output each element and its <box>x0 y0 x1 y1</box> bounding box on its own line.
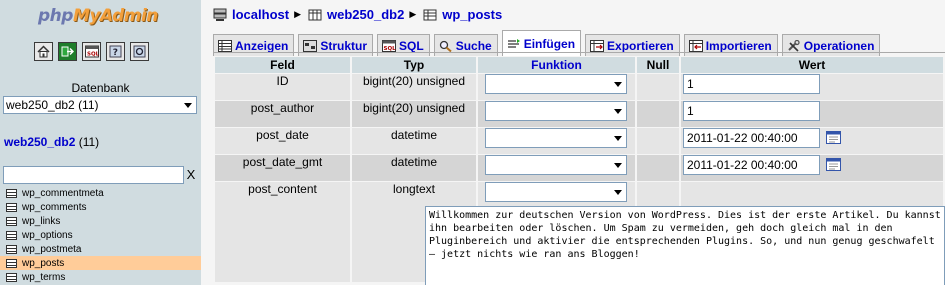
navigation-icon-bar: SQL ? <box>34 42 149 61</box>
chevron-down-icon <box>614 190 622 195</box>
table-list-item[interactable]: wp_terms <box>0 270 201 284</box>
operations-icon <box>788 39 800 52</box>
function-select[interactable] <box>485 128 627 148</box>
export-icon <box>590 39 605 52</box>
column-header-null: Null <box>637 57 679 73</box>
svg-text:?: ? <box>113 48 118 58</box>
database-link[interactable]: web250_db2 (11) <box>4 135 99 149</box>
tab-divider <box>213 52 945 53</box>
field-type: bigint(20) unsigned <box>352 74 476 100</box>
function-select[interactable] <box>485 74 627 94</box>
column-header-type: Typ <box>352 57 476 73</box>
database-icon <box>308 9 322 20</box>
table-row: post_date_gmt datetime 2011-01-22 00:40:… <box>215 155 943 181</box>
database-select-value: web250_db2 (11) <box>6 98 99 112</box>
breadcrumb-database[interactable]: web250_db2 <box>327 7 404 22</box>
field-name: post_date <box>215 128 350 154</box>
table-icon[interactable] <box>6 202 17 212</box>
field-type: datetime <box>352 155 476 181</box>
table-list-item[interactable]: wp_links <box>0 214 201 228</box>
clear-filter-button[interactable]: X <box>185 166 197 184</box>
sql-icon: SQL <box>382 39 397 52</box>
field-name: post_content <box>215 182 350 282</box>
column-header-function[interactable]: Funktion <box>478 57 635 73</box>
import-icon <box>688 39 703 52</box>
database-select[interactable]: web250_db2 (11) <box>3 96 197 114</box>
calendar-icon[interactable] <box>826 131 841 147</box>
null-cell <box>637 155 679 181</box>
help-icon[interactable]: ? <box>106 42 125 61</box>
chevron-down-icon <box>184 103 192 108</box>
chevron-down-icon <box>614 82 622 87</box>
svg-text:SQL: SQL <box>384 46 397 52</box>
table-icon[interactable] <box>6 216 17 226</box>
browse-icon <box>218 39 232 52</box>
breadcrumb: localhost ▶ web250_db2 ▶ wp_posts <box>213 7 502 22</box>
table-list-item-active[interactable]: wp_posts <box>0 256 201 270</box>
value-input[interactable]: 2011-01-22 00:40:00 <box>683 155 820 175</box>
home-icon[interactable] <box>34 42 53 61</box>
table-row: post_date datetime 2011-01-22 00:40:00 <box>215 128 943 154</box>
logo-php-text: php <box>38 6 73 26</box>
table-row: post_author bigint(20) unsigned 1 <box>215 101 943 127</box>
search-icon <box>439 40 452 52</box>
table-icon[interactable] <box>6 258 17 268</box>
database-table-count: (11) <box>75 135 100 149</box>
null-cell <box>637 101 679 127</box>
table-list-item[interactable]: wp_postmeta <box>0 242 201 256</box>
database-link-name: web250_db2 <box>4 135 76 149</box>
value-input[interactable]: 1 <box>683 74 820 94</box>
chevron-down-icon <box>614 109 622 114</box>
insert-icon <box>507 38 520 48</box>
breadcrumb-table[interactable]: wp_posts <box>442 7 502 22</box>
svg-text:SQL: SQL <box>87 52 99 58</box>
null-cell <box>637 74 679 100</box>
logo-myadmin-text: MyAdmin <box>72 6 158 26</box>
table-row: ID bigint(20) unsigned 1 <box>215 74 943 100</box>
structure-icon <box>303 39 318 52</box>
chevron-down-icon <box>614 136 622 141</box>
table-filter-input[interactable] <box>3 166 184 184</box>
table-icon[interactable] <box>6 272 17 282</box>
phpmyadmin-logo[interactable]: phpMyAdmin <box>38 6 158 26</box>
table-icon[interactable] <box>6 188 17 198</box>
field-type: bigint(20) unsigned <box>352 101 476 127</box>
field-type: datetime <box>352 128 476 154</box>
column-header-field: Feld <box>215 57 350 73</box>
database-label: Datenbank <box>71 81 130 95</box>
chevron-down-icon <box>614 163 622 168</box>
function-select[interactable] <box>485 182 627 202</box>
table-icon[interactable] <box>6 244 17 254</box>
table-list-item[interactable]: wp_commentmeta <box>0 186 201 200</box>
function-select[interactable] <box>485 155 627 175</box>
table-list-item[interactable]: wp_options <box>0 228 201 242</box>
function-select[interactable] <box>485 101 627 121</box>
post-content-textarea[interactable]: Willkommen zur deutschen Version von Wor… <box>425 206 945 285</box>
field-name: post_author <box>215 101 350 127</box>
null-cell <box>637 128 679 154</box>
exit-icon[interactable] <box>58 42 77 61</box>
breadcrumb-separator-icon: ▶ <box>294 9 301 19</box>
sql-query-icon[interactable]: SQL <box>82 42 101 61</box>
breadcrumb-separator-icon: ▶ <box>409 9 417 19</box>
value-input[interactable]: 2011-01-22 00:40:00 <box>683 128 820 148</box>
field-name: post_date_gmt <box>215 155 350 181</box>
table-icon <box>423 9 437 20</box>
column-header-value: Wert <box>681 57 943 73</box>
table-icon[interactable] <box>6 230 17 240</box>
table-list: wp_commentmeta wp_comments wp_links wp_o… <box>0 186 201 284</box>
breadcrumb-server[interactable]: localhost <box>232 7 289 22</box>
docs-icon[interactable] <box>130 42 149 61</box>
server-icon <box>213 8 227 21</box>
field-name: ID <box>215 74 350 100</box>
table-list-item[interactable]: wp_comments <box>0 200 201 214</box>
value-input[interactable]: 1 <box>683 101 820 121</box>
calendar-icon[interactable] <box>826 158 841 174</box>
navigation-frame: phpMyAdmin SQL ? Datenbank web250_db2 (1… <box>0 0 201 285</box>
